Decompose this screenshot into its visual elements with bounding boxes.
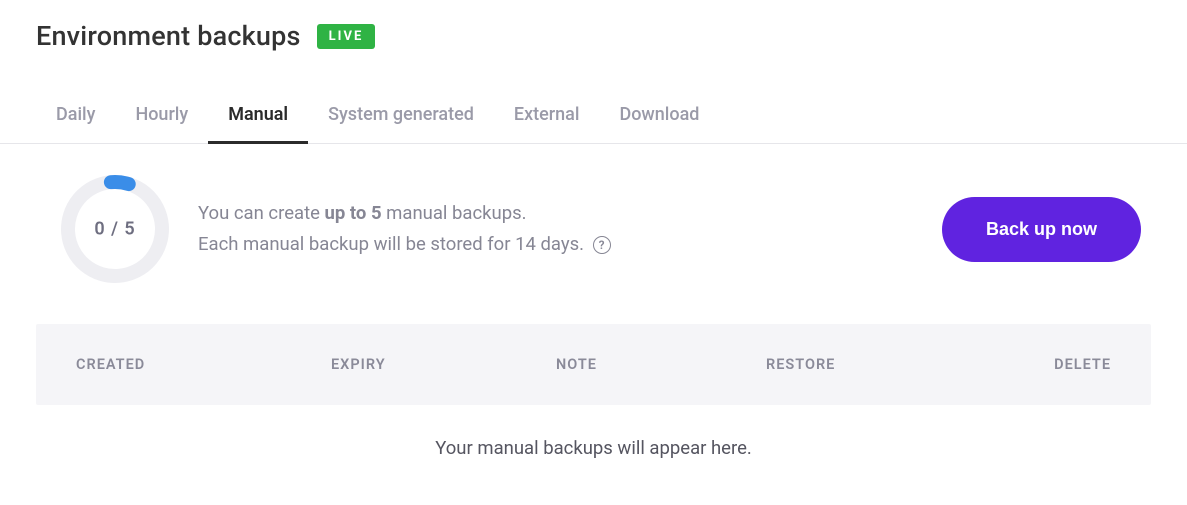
tab-download[interactable]: Download: [599, 104, 719, 144]
tab-external[interactable]: External: [494, 104, 600, 144]
content-area: 0 / 5 You can create up to 5 manual back…: [0, 144, 1187, 284]
page-title: Environment backups: [36, 20, 301, 52]
column-header-note: NOTE: [556, 356, 766, 373]
live-badge: LIVE: [317, 24, 376, 49]
column-header-expiry: EXPIRY: [331, 356, 556, 373]
info-line1-bold: up to 5: [325, 202, 382, 224]
info-text: You can create up to 5 manual backups. E…: [198, 198, 914, 261]
info-line2: Each manual backup will be stored for 14…: [198, 233, 584, 255]
page-header: Environment backups LIVE: [0, 20, 1187, 52]
info-line1-pre: You can create: [198, 202, 325, 224]
column-header-restore: RESTORE: [766, 356, 1016, 373]
backup-now-button[interactable]: Back up now: [942, 197, 1141, 262]
tabs-container: Daily Hourly Manual System generated Ext…: [0, 104, 1187, 144]
tab-manual[interactable]: Manual: [208, 104, 308, 144]
empty-state-message: Your manual backups will appear here.: [36, 405, 1151, 491]
tab-system-generated[interactable]: System generated: [308, 104, 494, 144]
tabs: Daily Hourly Manual System generated Ext…: [36, 104, 1187, 143]
column-header-delete: DELETE: [1016, 356, 1111, 373]
info-row: 0 / 5 You can create up to 5 manual back…: [60, 174, 1151, 284]
table-header: CREATED EXPIRY NOTE RESTORE DELETE: [36, 324, 1151, 405]
tab-daily[interactable]: Daily: [36, 104, 115, 144]
info-line1-post: manual backups.: [382, 202, 527, 224]
usage-count: 0 / 5: [94, 219, 135, 240]
column-header-created: CREATED: [76, 356, 331, 373]
table-section: CREATED EXPIRY NOTE RESTORE DELETE Your …: [0, 324, 1187, 491]
usage-progress-circle: 0 / 5: [60, 174, 170, 284]
help-icon[interactable]: ?: [593, 236, 611, 254]
tab-hourly[interactable]: Hourly: [115, 104, 208, 144]
